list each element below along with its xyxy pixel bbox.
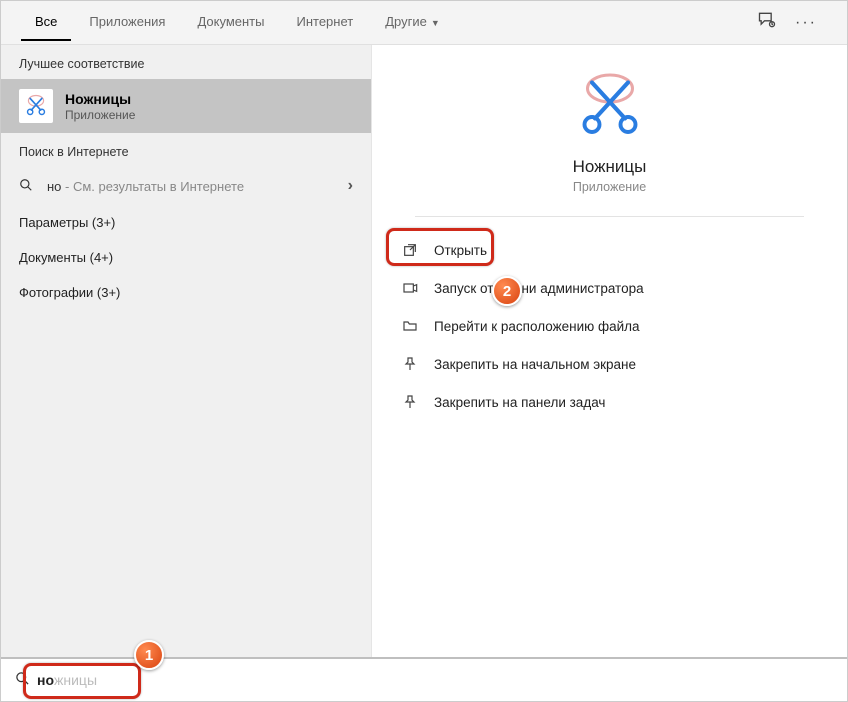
action-pin-start[interactable]: Закрепить на начальном экране [396,345,823,383]
pin-start-icon [400,354,420,374]
admin-icon [400,278,420,298]
tab-more[interactable]: Другие ▼ [371,4,454,41]
web-result-text: но - См. результаты в Интернете [47,179,338,194]
preview-app-subtitle: Приложение [573,180,646,194]
preview-pane: Ножницы Приложение Открыть Запуск от име… [371,45,847,657]
search-bar: ножницы [1,657,847,701]
open-icon [400,240,420,260]
tab-apps[interactable]: Приложения [75,4,179,41]
feedback-icon[interactable] [757,10,777,35]
search-results-body: Лучшее соответствие Ножницы Приложение [1,45,847,657]
action-pin-taskbar-label: Закрепить на панели задач [434,395,605,410]
app-icon-large [574,69,646,141]
web-search-header: Поиск в Интернете [1,133,371,167]
divider [415,216,805,217]
snipping-tool-icon [19,89,53,123]
search-input[interactable] [38,672,833,688]
folder-icon [400,316,420,336]
tab-all[interactable]: Все [21,4,71,41]
tab-documents[interactable]: Документы [183,4,278,41]
action-admin-label: Запуск от имени администратора [434,281,644,296]
action-open-location[interactable]: Перейти к расположению файла [396,307,823,345]
action-pin-taskbar[interactable]: Закрепить на панели задач [396,383,823,421]
results-list: Лучшее соответствие Ножницы Приложение [1,45,371,657]
web-suffix: - См. результаты в Интернете [61,179,244,194]
chevron-right-icon: › [348,177,353,195]
options-icon[interactable]: ··· [795,14,817,32]
windows-search-panel: Все Приложения Документы Интернет Другие… [0,0,848,702]
action-run-as-admin[interactable]: Запуск от имени администратора [396,269,823,307]
search-icon [15,671,30,689]
search-filter-tabs: Все Приложения Документы Интернет Другие… [1,1,847,45]
search-icon [19,178,37,195]
best-match-subtitle: Приложение [65,108,135,122]
action-open-label: Открыть [434,243,487,258]
best-match-title: Ножницы [65,91,135,107]
web-prefix: но [47,179,61,194]
action-pin-start-label: Закрепить на начальном экране [434,357,636,372]
preview-app-title: Ножницы [573,157,647,177]
best-match-item[interactable]: Ножницы Приложение [1,79,371,133]
category-photos[interactable]: Фотографии (3+) [1,275,371,310]
web-search-result[interactable]: но - См. результаты в Интернете › [1,167,371,205]
chevron-down-icon: ▼ [431,18,440,28]
category-parameters[interactable]: Параметры (3+) [1,205,371,240]
category-documents[interactable]: Документы (4+) [1,240,371,275]
action-location-label: Перейти к расположению файла [434,319,640,334]
action-list: Открыть Запуск от имени администратора П… [372,231,847,421]
tab-more-label: Другие [385,14,427,29]
tab-web[interactable]: Интернет [282,4,367,41]
action-open[interactable]: Открыть [396,231,823,269]
pin-taskbar-icon [400,392,420,412]
best-match-header: Лучшее соответствие [1,45,371,79]
